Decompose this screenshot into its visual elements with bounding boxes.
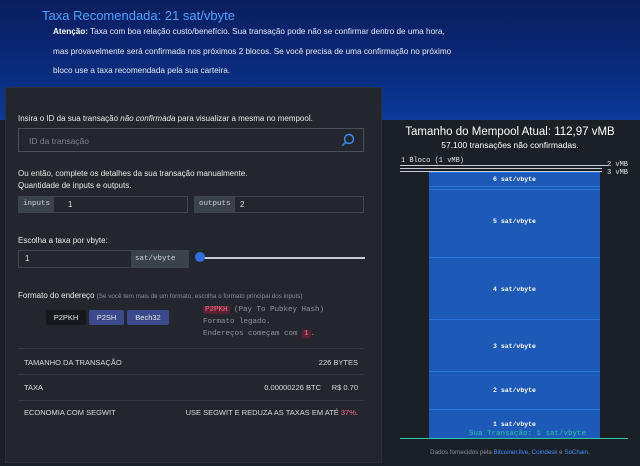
marker-line-1 <box>400 165 608 166</box>
mempool-block-6: 6 sat/vbyte <box>429 172 600 185</box>
attention-label: Atenção: <box>53 27 89 36</box>
address-format-label: Formato do endereço <box>18 291 95 300</box>
outputs-value[interactable]: 2 <box>240 197 244 212</box>
format-button-bech32[interactable]: Bech32 <box>127 310 169 325</box>
format-name: (Pay To Pubkey Hash) <box>234 306 325 314</box>
prefix-text: Endereços começam com <box>203 330 303 338</box>
prefix-end: . <box>310 330 316 338</box>
fee-rate-value[interactable]: 1 <box>25 251 29 266</box>
footer-end: . <box>588 449 590 456</box>
lookup-instructions: Insira o ID da sua transação não confirm… <box>18 114 313 123</box>
data-sources-footer: Dados fornecidos pela Bitcoiner.live, Co… <box>380 449 640 456</box>
divider <box>18 400 364 401</box>
address-format-heading: Formato do endereço (Se você tem mais de… <box>18 291 303 300</box>
link-sochain[interactable]: SoChain <box>564 449 588 456</box>
format-description-legacy: Formato legado. <box>203 318 271 326</box>
marker-2-vmb: 2 vMB <box>607 161 629 169</box>
mempool-block-2: 2 sat/vbyte <box>429 371 600 409</box>
address-format-hint: (Se você tem mais de um formato, escolha… <box>96 293 303 300</box>
segwit-percent: 37% <box>340 408 356 417</box>
fee-slider-track[interactable] <box>197 257 365 259</box>
segwit-savings: USE SEGWIT E REDUZA AS TAXAS EM ATÉ 37%. <box>150 408 358 417</box>
your-tx-label: Sua Transação: 1 sat/vbyte <box>469 430 587 438</box>
fee-slider-handle[interactable] <box>195 252 205 262</box>
outputs-label: outputs <box>195 197 235 212</box>
format-button-p2pkh[interactable]: P2PKH <box>46 310 86 325</box>
recommendation-title: Taxa Recomendada: 21 sat/vbyte <box>42 8 235 23</box>
transaction-id-input[interactable] <box>27 133 331 149</box>
manual-line-1: Ou então, complete os detalhes da sua tr… <box>18 169 248 178</box>
recommendation-text: Atenção: Taxa com boa relação custo/bene… <box>53 22 453 81</box>
mempool-block-3: 3 sat/vbyte <box>429 319 600 371</box>
inputs-label: inputs <box>19 197 55 212</box>
segwit-end: . <box>355 408 358 417</box>
fee-label: TAXA <box>24 383 44 392</box>
block-label: 3 sat/vbyte <box>493 343 536 350</box>
segwit-label: ECONOMIA COM SEGWIT <box>24 408 116 417</box>
link-bitcoiner-live[interactable]: Bitcoiner.live <box>493 449 528 456</box>
fee-rate-unit: sat/vbyte <box>131 251 189 267</box>
divider <box>18 348 364 349</box>
lookup-prefix: Insira o ID da sua transação <box>18 114 121 123</box>
block-label: 5 sat/vbyte <box>493 218 536 225</box>
marker-3-vmb: 3 vMB <box>607 169 629 177</box>
link-coindesk[interactable]: Coindesk <box>532 449 558 456</box>
inputs-field[interactable]: inputs 1 <box>18 196 188 213</box>
lookup-emphasis: não confirmada <box>120 114 176 123</box>
divider <box>18 374 364 375</box>
mempool-block-5: 5 sat/vbyte <box>429 189 600 257</box>
format-tag: P2PKH <box>203 306 230 314</box>
mempool-subtitle: 57.100 transações não confirmadas. <box>441 140 579 150</box>
block-label: 6 sat/vbyte <box>493 176 536 183</box>
recommendation-body: Taxa com boa relação custo/benefício. Su… <box>53 27 452 75</box>
fee-rate-field[interactable]: 1 sat/vbyte <box>18 250 189 268</box>
transaction-search[interactable] <box>18 128 364 152</box>
prefix-tag: 1 <box>302 330 311 338</box>
block-label: 4 sat/vbyte <box>493 286 536 293</box>
format-description-prefix: Endereços começam com 1. <box>203 330 315 338</box>
block-label: 1 sat/vbyte <box>493 421 536 428</box>
segwit-text: USE SEGWIT E REDUZA AS TAXAS EM ATÉ <box>185 408 341 417</box>
format-description-title: P2PKH (Pay To Pubkey Hash) <box>203 306 324 314</box>
fee-brl-value: R$ 0.70 <box>331 383 358 392</box>
your-tx-line <box>400 438 628 439</box>
lookup-suffix: para visualizar a mesma no mempool. <box>175 114 313 123</box>
tx-size-label: TAMANHO DA TRANSAÇÃO <box>24 358 122 367</box>
inputs-value[interactable]: 1 <box>68 197 72 212</box>
marker-1-block: 1 Bloco (1 vMB) <box>401 157 465 165</box>
search-icon[interactable] <box>341 133 355 147</box>
marker-line-2 <box>400 168 602 169</box>
footer-prefix: Dados fornecidos pela <box>430 449 494 456</box>
manual-line-2: Quantidade de inputs e outputs. <box>18 181 132 190</box>
outputs-field[interactable]: outputs 2 <box>194 196 364 213</box>
format-button-p2sh[interactable]: P2SH <box>89 310 124 325</box>
fee-btc-value: 0.00000226 BTC <box>264 383 321 392</box>
mempool-block-4: 4 sat/vbyte <box>429 257 600 319</box>
block-label: 2 sat/vbyte <box>493 387 536 394</box>
tx-size-value: 226 BYTES <box>318 358 358 367</box>
mempool-title: Tamanho do Mempool Atual: 112,97 vMB <box>405 126 615 138</box>
fee-rate-label: Escolha a taxa por vbyte: <box>18 236 108 245</box>
